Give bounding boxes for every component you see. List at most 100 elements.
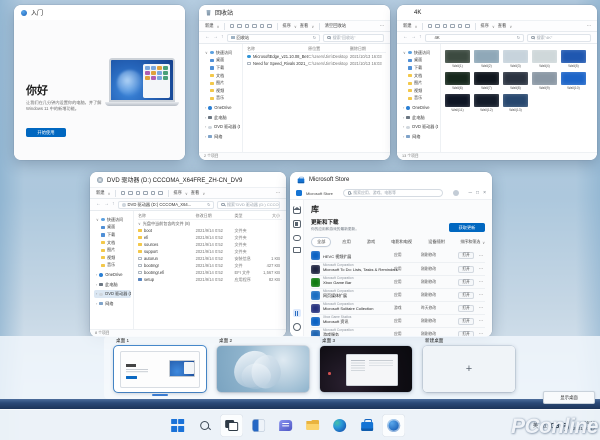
forward-icon[interactable]: → [213, 35, 218, 40]
share-icon[interactable] [260, 24, 265, 29]
more-options-icon[interactable]: ⋯ [477, 305, 485, 311]
wallpaper-item[interactable]: Wall(4) [532, 50, 557, 68]
sidebar-item-dvd-drive[interactable]: ›DVD 驱动器 (D:) C [401, 123, 438, 131]
sidebar-item-onedrive[interactable]: ›OneDrive [94, 271, 131, 279]
file-row[interactable]: sources2021/9/14 0:52文件夹 [138, 241, 282, 248]
avatar[interactable] [453, 190, 459, 196]
open-button[interactable]: 打开 [458, 279, 474, 286]
task-view-button[interactable] [220, 414, 243, 437]
touch-keyboard-icon[interactable] [551, 423, 559, 429]
desktop-2-thumbnail[interactable] [217, 346, 309, 392]
sidebar-item-quick-access[interactable]: ∨快速访问 [94, 216, 131, 224]
get-started-taskbar-button[interactable] [382, 414, 405, 437]
new-desktop-thumbnail[interactable]: + [423, 346, 515, 392]
sidebar-item-downloads[interactable]: 下载 [203, 64, 240, 72]
paste-icon[interactable] [443, 24, 448, 29]
sidebar-item-network[interactable]: ›网络 [94, 300, 131, 308]
desktop-2[interactable]: 桌面 2 [217, 338, 309, 392]
show-desktop-button[interactable]: 显示桌面 [543, 391, 595, 404]
paste-icon[interactable] [136, 191, 141, 196]
tab-movies-tv[interactable]: 电影和电视 [386, 238, 417, 246]
more-options-icon[interactable]: ⋯ [380, 23, 384, 29]
open-button[interactable]: 打开 [458, 252, 474, 259]
sidebar-item-dvd-drive[interactable]: ›DVD 驱动器 (D:) C [94, 290, 131, 298]
sidebar-item-downloads[interactable]: 下载 [401, 64, 438, 72]
chat-button[interactable] [274, 414, 297, 437]
new-button[interactable]: 新建 [96, 190, 105, 196]
more-options-icon[interactable]: ⋯ [477, 253, 485, 259]
rename-icon[interactable] [252, 24, 257, 29]
forward-icon[interactable]: → [411, 35, 416, 40]
view-button[interactable]: 查看 [498, 23, 507, 29]
file-row[interactable]: MicrosoftEdge_v21.10.08_Beta C:\Users\Ji… [247, 53, 386, 60]
new-button[interactable]: 新建 [403, 23, 412, 29]
sidebar-item-videos[interactable]: 视频 [94, 254, 131, 262]
get-started-button[interactable]: 开始使用 [26, 128, 66, 137]
gaming-icon[interactable] [293, 235, 301, 241]
search-button[interactable] [193, 414, 216, 437]
wallpaper-item[interactable]: Wall(5) [561, 50, 586, 68]
file-row[interactable]: autorun2021/9/14 0:52安装信息1 KB [138, 255, 282, 262]
file-explorer-button[interactable] [301, 414, 324, 437]
search-input[interactable]: 搜索"4K" [527, 34, 591, 42]
refresh-icon[interactable]: ↻ [207, 203, 210, 207]
sidebar-item-downloads[interactable]: 下载 [94, 231, 131, 239]
back-icon[interactable]: ← [205, 35, 210, 40]
cut-icon[interactable] [428, 24, 433, 29]
sidebar-item-this-pc[interactable]: ›此电脑 [94, 281, 131, 289]
address-breadcrumb[interactable]: 4K ↻ [425, 34, 525, 42]
empty-recycle-bin-button[interactable]: 清空回收站 [325, 23, 346, 29]
sidebar-item-dvd-drive[interactable]: ›DVD 驱动器 (D:) C [203, 123, 240, 131]
desktop-1-thumbnail[interactable] [114, 346, 206, 392]
wallpaper-item[interactable]: Wall(10) [561, 72, 586, 90]
window-get-started[interactable]: 入门 你好 让我们在几分钟内设置你的电脑，并了解 Windows 11 中的新增… [14, 5, 185, 160]
file-group-header[interactable]: ∨光盘中当前包含的文件 (8) [138, 220, 282, 227]
sidebar-item-onedrive[interactable]: ›OneDrive [401, 104, 438, 112]
cut-icon[interactable] [230, 24, 235, 29]
taskbar-clock[interactable]: 16:18 2021/10/13 [573, 420, 595, 431]
share-icon[interactable] [151, 191, 156, 196]
view-button[interactable]: 查看 [191, 190, 200, 196]
sort-button[interactable]: 排序 [173, 190, 182, 196]
column-size[interactable]: 大小 [262, 213, 282, 219]
rename-icon[interactable] [143, 191, 148, 196]
paste-icon[interactable] [245, 24, 250, 29]
help-icon[interactable] [293, 323, 301, 331]
apps-icon[interactable] [293, 220, 301, 228]
back-icon[interactable]: ← [96, 202, 101, 207]
column-type[interactable]: 类型 [234, 213, 261, 219]
sidebar-item-network[interactable]: ›网络 [401, 133, 438, 141]
refresh-icon[interactable]: ↻ [517, 36, 520, 40]
window-4k-folder[interactable]: 4K 新建∨ 排序∨ 查看∨ ⋯ ← → ↑ 4K ↻ 搜索"4K" ∨快速访问… [397, 5, 597, 160]
wallpaper-item[interactable]: Wall(12) [474, 94, 499, 112]
wallpaper-item[interactable]: Wall(3) [503, 50, 528, 68]
sort-button[interactable]: 排序 [480, 23, 489, 29]
wallpaper-item[interactable]: Wall(9) [532, 72, 557, 90]
open-button[interactable]: 打开 [458, 266, 474, 273]
sidebar-item-videos[interactable]: 视频 [203, 87, 240, 95]
wallpaper-item[interactable]: Wall(6) [445, 72, 470, 90]
tab-apps[interactable]: 应用 [337, 238, 355, 246]
tray-overflow-chevron[interactable]: ^ [527, 423, 529, 429]
search-input[interactable]: 搜索"DVD 驱动器 (D:) CCCOMA_X64FRE_ZH-CN_D...… [217, 201, 280, 209]
column-name[interactable]: 名称 [138, 213, 196, 219]
more-options-icon[interactable]: ⋯ [477, 292, 485, 298]
delete-icon[interactable] [267, 24, 272, 29]
tab-games[interactable]: 游戏 [362, 238, 380, 246]
store-search-input[interactable]: 搜索应用、游戏、电影等 [343, 189, 443, 197]
sidebar-item-music[interactable]: 音乐 [203, 95, 240, 103]
copy-icon[interactable] [128, 191, 133, 196]
delete-icon[interactable] [158, 191, 163, 196]
sidebar-item-documents[interactable]: 文档 [401, 72, 438, 80]
home-icon[interactable] [293, 206, 301, 214]
more-options-icon[interactable]: ⋯ [587, 23, 591, 29]
open-button[interactable]: 打开 [458, 305, 474, 312]
widgets-button[interactable] [247, 414, 270, 437]
sidebar-item-music[interactable]: 音乐 [94, 262, 131, 270]
back-icon[interactable]: ← [403, 35, 408, 40]
wallpaper-item[interactable]: Wall(8) [503, 72, 528, 90]
minimize-button[interactable]: ─ [468, 191, 472, 196]
sidebar-item-documents[interactable]: 文档 [94, 239, 131, 247]
copy-icon[interactable] [435, 24, 440, 29]
close-button[interactable]: × [483, 191, 486, 196]
